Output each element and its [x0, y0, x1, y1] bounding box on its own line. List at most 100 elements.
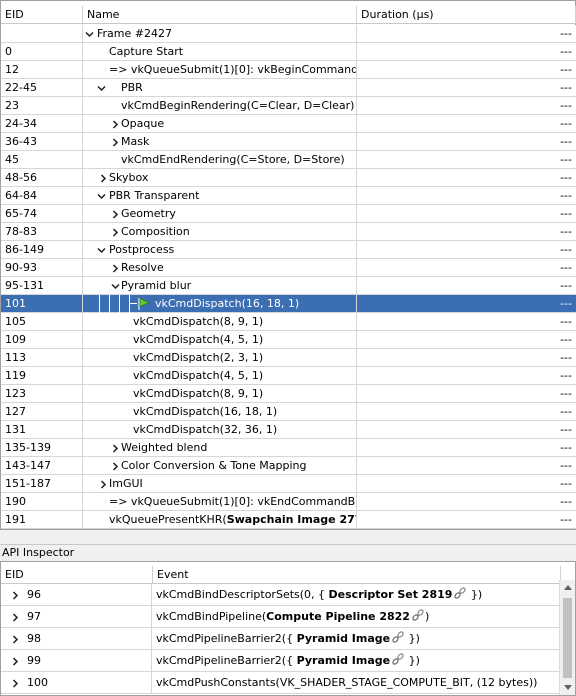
chevron-down-icon[interactable]	[109, 277, 121, 295]
resource-link-icon[interactable]	[391, 630, 405, 644]
resource-name[interactable]: Swapchain Image 2772	[227, 513, 356, 526]
event-row[interactable]: 119 vkCmdDispatch(4, 5, 1) ---	[1, 367, 576, 385]
event-name-text: vkCmdDispatch(16, 18, 1)	[133, 405, 278, 418]
chevron-right-icon[interactable]	[109, 115, 121, 133]
event-row[interactable]: 0 Capture Start ---	[1, 43, 576, 61]
event-name-text: Weighted blend	[121, 441, 208, 454]
event-duration: ---	[560, 495, 572, 508]
resource-name[interactable]: Pyramid Image	[297, 632, 391, 645]
api-scrollbar[interactable]	[559, 580, 575, 695]
event-row[interactable]: 24-34 Opaque ---	[1, 115, 576, 133]
event-name: vkCmdDispatch(16, 18, 1)	[155, 295, 299, 313]
chevron-right-icon[interactable]	[109, 439, 121, 457]
event-name-text: vkCmdDispatch(32, 36, 1)	[133, 423, 278, 436]
event-eid: 90-93	[1, 259, 83, 277]
api-call-row[interactable]: 98 vkCmdPipelineBarrier2({ Pyramid Image …	[1, 628, 561, 650]
chevron-right-icon[interactable]	[9, 606, 21, 628]
event-row[interactable]: 36-43 Mask ---	[1, 133, 576, 151]
panel-splitter[interactable]	[0, 530, 576, 544]
event-name-cell: Composition	[83, 223, 357, 241]
event-row[interactable]: 105 vkCmdDispatch(8, 9, 1) ---	[1, 313, 576, 331]
api-call-event: vkCmdPipelineBarrier2({ Pyramid Image })	[153, 650, 561, 672]
resource-link-icon[interactable]	[453, 586, 467, 600]
chevron-down-icon[interactable]	[95, 187, 107, 205]
event-row[interactable]: 65-74 Geometry ---	[1, 205, 576, 223]
api-column-header-eid[interactable]: EID	[1, 566, 153, 584]
resource-name[interactable]: Compute Pipeline 2822	[266, 610, 410, 623]
event-eid: 135-139	[1, 439, 83, 457]
event-duration: ---	[560, 405, 572, 418]
event-duration: ---	[560, 135, 572, 148]
event-row[interactable]: 191 vkQueuePresentKHR(Swapchain Image 277…	[1, 511, 576, 529]
api-column-header-event[interactable]: Event	[153, 566, 561, 584]
api-call-row[interactable]: 99 vkCmdPipelineBarrier2({ Pyramid Image …	[1, 650, 561, 672]
event-row[interactable]: 22-45 PBR ---	[1, 79, 576, 97]
api-call-row[interactable]: 96 vkCmdBindDescriptorSets(0, { Descripto…	[1, 584, 561, 606]
chevron-right-icon[interactable]	[109, 223, 121, 241]
api-call-list: 96 vkCmdBindDescriptorSets(0, { Descripto…	[1, 584, 561, 694]
event-duration: ---	[560, 261, 572, 274]
chevron-right-icon[interactable]	[97, 169, 109, 187]
api-call-row[interactable]: 97 vkCmdBindPipeline(Compute Pipeline 282…	[1, 606, 561, 628]
event-row[interactable]: 127 vkCmdDispatch(16, 18, 1) ---	[1, 403, 576, 421]
column-header-duration[interactable]: Duration (µs)	[357, 6, 576, 24]
event-name: ImGUI	[109, 475, 143, 493]
chevron-right-icon[interactable]	[109, 259, 121, 277]
chevron-right-icon[interactable]	[109, 457, 121, 475]
event-eid: 131	[1, 421, 83, 439]
event-row[interactable]: 113 vkCmdDispatch(2, 3, 1) ---	[1, 349, 576, 367]
event-duration: ---	[560, 27, 572, 40]
event-row[interactable]: 90-93 Resolve ---	[1, 259, 576, 277]
event-row[interactable]: 190 => vkQueueSubmit(1)[0]: vkEndCommandB…	[1, 493, 576, 511]
event-row[interactable]: 86-149 Postprocess ---	[1, 241, 576, 259]
event-row[interactable]: 45 vkCmdEndRendering(C=Store, D=Store) ---	[1, 151, 576, 169]
chevron-right-icon[interactable]	[97, 475, 109, 493]
event-name-cell: vkCmdDispatch(2, 3, 1)	[83, 349, 357, 367]
event-row[interactable]: 48-56 Skybox ---	[1, 169, 576, 187]
event-row[interactable]: 12 => vkQueueSubmit(1)[0]: vkBeginCommand…	[1, 61, 576, 79]
api-call-eid-cell: 97	[1, 606, 152, 628]
column-header-eid[interactable]: EID	[1, 6, 83, 24]
event-row[interactable]: 64-84 PBR Transparent ---	[1, 187, 576, 205]
scroll-up-icon[interactable]	[564, 585, 572, 590]
event-eid: 95-131	[1, 277, 83, 295]
event-name-text: vkCmdDispatch(8, 9, 1)	[133, 315, 264, 328]
chevron-down-icon[interactable]	[83, 25, 95, 43]
column-header-name[interactable]: Name	[83, 6, 357, 24]
event-row[interactable]: 123 vkCmdDispatch(8, 9, 1) ---	[1, 385, 576, 403]
event-row[interactable]: 131 vkCmdDispatch(32, 36, 1) ---	[1, 421, 576, 439]
event-row[interactable]: 143-147 Color Conversion & Tone Mapping --…	[1, 457, 576, 475]
event-name-text: vkQueuePresentKHR(	[109, 513, 227, 526]
event-row[interactable]: 23 vkCmdBeginRendering(C=Clear, D=Clear) -…	[1, 97, 576, 115]
chevron-right-icon[interactable]	[9, 650, 21, 672]
event-name-cell: Postprocess	[83, 241, 357, 259]
chevron-right-icon[interactable]	[9, 672, 21, 694]
chevron-down-icon[interactable]	[95, 79, 107, 97]
chevron-right-icon[interactable]	[109, 133, 121, 151]
api-call-row[interactable]: 100 vkCmdPushConstants(VK_SHADER_STAGE_CO…	[1, 672, 561, 694]
chevron-right-icon[interactable]	[9, 628, 21, 650]
resource-name[interactable]: Descriptor Set 2819	[329, 588, 453, 601]
event-row[interactable]: 109 vkCmdDispatch(4, 5, 1) ---	[1, 331, 576, 349]
event-row[interactable]: 95-131 Pyramid blur ---	[1, 277, 576, 295]
event-row[interactable]: 135-139 Weighted blend ---	[1, 439, 576, 457]
event-row[interactable]: Frame #2427 ---	[1, 25, 576, 43]
event-name-text: Frame #2427	[97, 27, 172, 40]
chevron-down-icon[interactable]	[95, 241, 107, 259]
event-row[interactable]: 78-83 Composition ---	[1, 223, 576, 241]
chevron-right-icon[interactable]	[9, 584, 21, 606]
resource-link-icon[interactable]	[391, 652, 405, 666]
scroll-thumb[interactable]	[563, 598, 572, 678]
chevron-right-icon[interactable]	[109, 205, 121, 223]
event-eid: 45	[1, 151, 83, 169]
api-call-eid: 97	[27, 610, 41, 623]
scroll-down-icon[interactable]	[564, 685, 572, 690]
event-eid: 12	[1, 61, 83, 79]
event-row[interactable]: 151-187 ImGUI ---	[1, 475, 576, 493]
resource-link-icon[interactable]	[411, 608, 425, 622]
api-call-event: vkCmdBindPipeline(Compute Pipeline 2822)	[153, 606, 561, 628]
resource-name[interactable]: Pyramid Image	[297, 654, 391, 667]
event-name-text: Opaque	[121, 117, 165, 130]
event-row[interactable]: 101 vkCmdDispatch(16, 18, 1) ---	[1, 295, 576, 313]
event-name-text: => vkQueueSubmit(1)[0]: vkEndCommandBuff…	[109, 495, 356, 508]
